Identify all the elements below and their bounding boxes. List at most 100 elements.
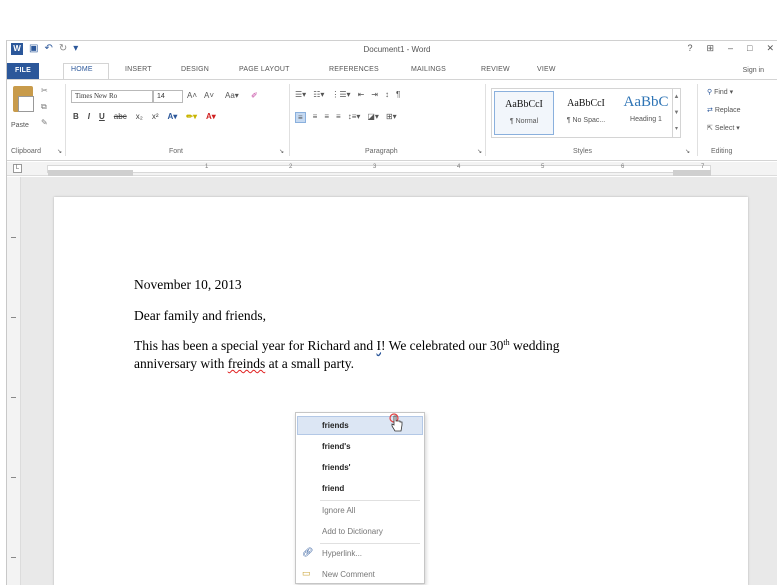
undo-icon[interactable]: ↶ (44, 43, 52, 55)
tab-design[interactable]: DESIGN (181, 66, 209, 73)
underline-icon[interactable]: U (99, 112, 105, 121)
italic-icon[interactable]: I (88, 112, 90, 121)
format-painter-icon[interactable]: ✎ (41, 118, 48, 127)
word-window: W ▣ ↶ ↻ ▾ Document1 - Word ? ⊞ – □ ✕ FIL… (6, 40, 777, 585)
bullets-icon[interactable]: ☰▾ (295, 90, 306, 99)
letter-line-1[interactable]: This has been a special year for Richard… (134, 338, 560, 354)
editing-group-label: Editing (711, 148, 733, 155)
restore-button[interactable]: □ (747, 43, 752, 54)
paragraph-launcher-icon[interactable]: ↘ (477, 148, 482, 155)
select-button[interactable]: ⇱ Select ▾ (707, 124, 740, 132)
bold-icon[interactable]: B (73, 112, 79, 121)
letter-greeting[interactable]: Dear family and friends, (134, 308, 266, 324)
hyperlink-icon: 🔗︎ (302, 547, 314, 557)
highlight-color-icon[interactable]: ✏▾ (186, 112, 197, 121)
superscript-icon[interactable]: x² (152, 112, 159, 121)
styles-launcher-icon[interactable]: ↘ (685, 148, 690, 155)
style-normal[interactable]: AaBbCcI ¶ Normal (494, 91, 554, 135)
letter-line-2[interactable]: anniversary with freinds at a small part… (134, 356, 354, 372)
vertical-ruler[interactable] (7, 177, 21, 585)
letter-date[interactable]: November 10, 2013 (134, 277, 242, 293)
group-separator (485, 84, 486, 156)
strikethrough-icon[interactable]: abc (114, 112, 127, 121)
suggestion-friends[interactable]: friends (322, 421, 349, 430)
window-controls: ? ⊞ – □ ✕ (687, 43, 774, 54)
align-right-icon[interactable]: ≡ (324, 112, 329, 123)
font-size-combobox[interactable]: 14 (153, 90, 183, 103)
clipboard-group-label: Clipboard (11, 148, 41, 155)
clipboard-launcher-icon[interactable]: ↘ (57, 148, 62, 155)
text-run: at a small party. (265, 356, 354, 371)
font-launcher-icon[interactable]: ↘ (279, 148, 284, 155)
close-button[interactable]: ✕ (766, 43, 774, 54)
align-center-icon[interactable]: ≡ (313, 112, 318, 123)
line-spacing-icon[interactable]: ↕≡▾ (348, 112, 361, 123)
menu-separator (320, 500, 420, 501)
replace-button[interactable]: ⇄ Replace (707, 106, 741, 114)
document-title: Document1 - Word (363, 45, 431, 54)
new-comment-item[interactable]: New Comment (322, 570, 375, 579)
text-effects-icon[interactable]: A▾ (167, 112, 177, 121)
change-case-icon[interactable]: Aa▾ (225, 91, 239, 100)
font-color-icon[interactable]: A▾ (206, 112, 216, 121)
cut-icon[interactable]: ✂ (41, 86, 48, 95)
copy-icon[interactable]: ⧉ (41, 102, 47, 112)
align-left-icon[interactable]: ≡ (295, 112, 306, 123)
title-bar: W ▣ ↶ ↻ ▾ Document1 - Word ? ⊞ – □ ✕ (7, 41, 777, 59)
styles-gallery: AaBbCcI ¶ Normal AaBbCcI ¶ No Spac... Aa… (491, 88, 681, 138)
paste-icon[interactable] (13, 86, 34, 112)
horizontal-ruler[interactable]: L 1 2 3 4 5 6 7 (7, 162, 777, 176)
subscript-icon[interactable]: x₂ (136, 112, 143, 121)
help-button[interactable]: ? (687, 43, 692, 54)
ignore-all-item[interactable]: Ignore All (322, 506, 355, 515)
tab-home[interactable]: HOME (71, 66, 93, 73)
sort-icon[interactable]: ↕ (385, 90, 389, 99)
word-logo-icon[interactable]: W (11, 43, 23, 55)
misspelled-word[interactable]: freinds (228, 356, 266, 371)
tab-file[interactable]: FILE (7, 63, 39, 79)
numbering-icon[interactable]: ☷▾ (313, 90, 324, 99)
sign-in-link[interactable]: Sign in (743, 67, 764, 74)
clear-formatting-icon[interactable]: ✐ (251, 91, 258, 100)
suggestion-friends-possessive[interactable]: friend's (322, 442, 351, 451)
find-button[interactable]: ⚲ Find ▾ (707, 88, 733, 96)
grow-font-icon[interactable]: A˄ (187, 91, 197, 100)
ruler-number: 4 (457, 164, 461, 170)
shading-icon[interactable]: ◪▾ (367, 112, 379, 123)
suggestion-friend[interactable]: friend (322, 484, 344, 493)
redo-icon[interactable]: ↻ (59, 43, 67, 55)
tab-references[interactable]: REFERENCES (329, 66, 379, 73)
group-separator (289, 84, 290, 156)
tab-selector[interactable]: L (13, 164, 22, 173)
tab-review[interactable]: REVIEW (481, 66, 510, 73)
suggestion-friends-plural-possessive[interactable]: friends' (322, 463, 351, 472)
customize-qat-icon[interactable]: ▾ (73, 43, 78, 55)
tab-view[interactable]: VIEW (537, 66, 556, 73)
group-separator (65, 84, 66, 156)
style-heading-1[interactable]: AaBbC Heading 1 (616, 91, 676, 135)
minimize-button[interactable]: – (728, 43, 733, 54)
paragraph-group-label: Paragraph (365, 148, 398, 155)
ruler-number: 7 (701, 164, 705, 170)
style-no-spacing[interactable]: AaBbCcI ¶ No Spac... (556, 91, 616, 135)
tab-mailings[interactable]: MAILINGS (411, 66, 446, 73)
save-icon[interactable]: ▣ (29, 43, 38, 55)
ribbon-display-options-button[interactable]: ⊞ (706, 43, 714, 54)
paragraph-row-top: ☰▾ ☷▾ ⋮☰▾ ⇤ ⇥ ↕ ¶ (295, 90, 400, 99)
decrease-indent-icon[interactable]: ⇤ (358, 90, 365, 99)
font-name-combobox[interactable]: Times New Ro (71, 90, 153, 103)
increase-indent-icon[interactable]: ⇥ (371, 90, 378, 99)
gallery-scroll[interactable]: ▲ ▼ ▾ (672, 89, 680, 137)
multilevel-list-icon[interactable]: ⋮☰▾ (331, 90, 350, 99)
hyperlink-item[interactable]: Hyperlink... (322, 549, 362, 558)
show-marks-icon[interactable]: ¶ (396, 90, 400, 99)
shrink-font-icon[interactable]: A˅ (204, 91, 214, 100)
ribbon-tabs: FILE HOME INSERT DESIGN PAGE LAYOUT REFE… (7, 63, 777, 80)
add-to-dictionary-item[interactable]: Add to Dictionary (322, 527, 383, 536)
justify-icon[interactable]: ≡ (336, 112, 341, 123)
tab-insert[interactable]: INSERT (125, 66, 152, 73)
paste-button-label[interactable]: Paste (11, 122, 29, 129)
borders-icon[interactable]: ⊞▾ (386, 112, 397, 123)
vruler-mark (11, 317, 16, 318)
tab-page-layout[interactable]: PAGE LAYOUT (239, 66, 290, 73)
